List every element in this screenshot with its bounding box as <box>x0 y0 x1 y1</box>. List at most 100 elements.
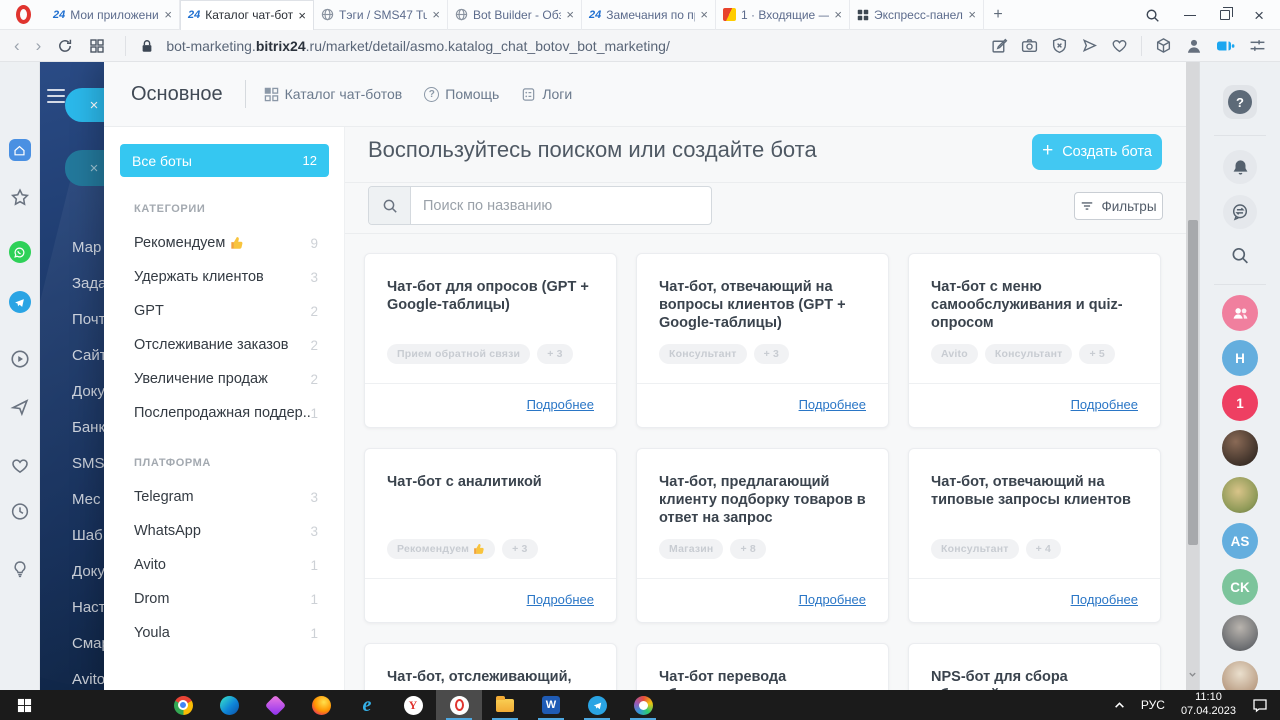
bot-card[interactable]: Чат-бот, предлагающий клиенту подборку т… <box>636 448 889 623</box>
user-avatar-photo[interactable] <box>1222 615 1258 651</box>
taskbar-word[interactable]: W <box>528 690 574 720</box>
start-button[interactable] <box>0 690 48 720</box>
rail-search-button[interactable] <box>1231 246 1250 265</box>
bitrix-nav-item[interactable]: Банк <box>72 419 104 436</box>
tab-close-icon[interactable]: × <box>566 8 574 21</box>
taskbar-telegram[interactable] <box>574 690 620 720</box>
notifications-button[interactable] <box>1223 150 1257 184</box>
platform-drom[interactable]: Drom 1 <box>134 591 318 607</box>
messenger-button[interactable] <box>1223 195 1257 229</box>
details-link[interactable]: Подробнее <box>1071 397 1138 412</box>
bot-card[interactable]: Чат-бот для опросов (GPT + Google-таблиц… <box>364 253 617 428</box>
create-bot-button[interactable]: + Создать бота <box>1032 134 1162 170</box>
bitrix-nav-item[interactable]: Почт <box>72 311 104 328</box>
tab-my-apps[interactable]: 24 Мои приложени × <box>46 0 180 30</box>
bookmark-heart-icon[interactable] <box>1111 37 1128 54</box>
clock[interactable]: 11:10 07.04.2023 <box>1181 691 1236 719</box>
tab-close-icon[interactable]: × <box>700 8 708 21</box>
home-speeddial-icon[interactable] <box>8 139 31 161</box>
bot-card[interactable]: Чат-бот, отвечающий на вопросы клиентов … <box>636 253 889 428</box>
counter-badge[interactable]: 1 <box>1222 385 1258 421</box>
user-avatar[interactable]: AS <box>1222 523 1258 559</box>
my-flow-icon[interactable] <box>1081 37 1098 54</box>
bitrix-nav-item[interactable]: Доку <box>72 383 104 400</box>
my-flow-rail-icon[interactable] <box>9 397 30 417</box>
tab-inbox[interactable]: 1 · Входящие — × <box>716 0 850 30</box>
user-avatar-photo[interactable] <box>1222 430 1258 466</box>
taskbar-file-explorer[interactable] <box>482 690 528 720</box>
easy-setup-sliders-icon[interactable] <box>1249 37 1266 54</box>
minimize-button[interactable] <box>1184 14 1197 16</box>
favorites-heart-icon[interactable] <box>10 456 29 475</box>
adblock-shield-icon[interactable] <box>1051 37 1068 54</box>
tab-catalog[interactable]: Каталог чат-ботов <box>264 86 402 102</box>
tab-search-icon[interactable] <box>1145 8 1160 23</box>
filters-button[interactable]: Фильтры <box>1074 192 1163 220</box>
bitrix-nav-item[interactable]: SMS4 <box>72 455 104 472</box>
details-link[interactable]: Подробнее <box>527 397 594 412</box>
bot-card[interactable]: Чат-бот перевода обращения <box>636 643 889 690</box>
language-indicator[interactable]: РУС <box>1141 698 1165 712</box>
taskbar-app-gem[interactable] <box>252 690 298 720</box>
platform-avito[interactable]: Avito 1 <box>134 557 318 573</box>
bot-card[interactable]: Чат-бот, отслеживающий, где <box>364 643 617 690</box>
restore-button[interactable] <box>1220 7 1234 20</box>
taskbar-paint[interactable] <box>620 690 666 720</box>
forward-button[interactable]: › <box>36 37 42 54</box>
category-order-tracking[interactable]: Отслеживание заказов 2 <box>134 337 318 353</box>
user-avatar[interactable]: CK <box>1222 569 1258 605</box>
scrollbar-down-icon[interactable] <box>1188 670 1197 679</box>
url-field[interactable]: bot-marketing.bitrix24.ru/market/detail/… <box>140 38 991 54</box>
profile-icon[interactable] <box>1185 37 1203 55</box>
tips-bulb-icon[interactable] <box>11 560 29 578</box>
tab-bot-builder[interactable]: Bot Builder - Обз × <box>448 0 582 30</box>
new-tab-button[interactable]: + <box>984 0 1012 30</box>
tab-sms47[interactable]: Тэги / SMS47 Tu × <box>314 0 448 30</box>
tab-close-icon[interactable]: × <box>968 8 976 21</box>
back-button[interactable]: ‹ <box>14 37 20 54</box>
user-avatar[interactable]: Н <box>1222 340 1258 376</box>
speed-dial-button[interactable] <box>89 38 105 54</box>
battery-saver-icon[interactable] <box>1216 39 1236 53</box>
taskbar-yandex-browser[interactable]: Y <box>390 690 436 720</box>
bitrix-nav-item[interactable]: Доку <box>72 563 104 580</box>
opera-menu-button[interactable] <box>0 0 46 30</box>
category-gpt[interactable]: GPT 2 <box>134 303 318 319</box>
player-icon[interactable] <box>10 349 30 369</box>
tab-close-icon[interactable]: × <box>298 9 306 22</box>
bitrix-nav-item[interactable]: Наст <box>72 599 104 616</box>
bitrix-nav-item[interactable]: Смар <box>72 635 104 652</box>
bookmarks-star-icon[interactable] <box>10 188 29 207</box>
tab-bot-catalog[interactable]: 24 Каталог чат-бото × <box>180 0 314 30</box>
sidebar-close-button-secondary[interactable]: × <box>65 150 104 186</box>
tab-close-icon[interactable]: × <box>834 8 842 21</box>
content-scrollbar[interactable] <box>1186 62 1199 690</box>
tab-notes[interactable]: 24 Замечания по пр × <box>582 0 716 30</box>
tab-close-icon[interactable]: × <box>164 8 172 21</box>
scrollbar-thumb[interactable] <box>1187 220 1198 545</box>
bitrix-nav-item[interactable]: Avito <box>72 671 104 688</box>
user-avatar-photo[interactable] <box>1222 661 1258 690</box>
telegram-icon[interactable] <box>8 291 31 313</box>
snapshot-camera-icon[interactable] <box>1021 37 1038 54</box>
employees-avatar[interactable] <box>1222 295 1258 331</box>
bot-card[interactable]: NPS-бот для сбора обратной <box>908 643 1161 690</box>
platform-youla[interactable]: Youla 1 <box>134 625 318 641</box>
platform-whatsapp[interactable]: WhatsApp 3 <box>134 523 318 539</box>
bot-card[interactable]: Чат-бот, отвечающий на типовые запросы к… <box>908 448 1161 623</box>
bot-card[interactable]: Чат-бот с аналитикой Рекомендуем + 3 Под… <box>364 448 617 623</box>
category-sales-increase[interactable]: Увеличение продаж 2 <box>134 371 318 387</box>
tab-speed-dial[interactable]: Экспресс-панель × <box>850 0 984 30</box>
bitrix-nav-item[interactable]: Мар <box>72 239 104 256</box>
whatsapp-icon[interactable] <box>8 241 31 263</box>
taskbar-edge[interactable] <box>206 690 252 720</box>
details-link[interactable]: Подробнее <box>527 592 594 607</box>
history-clock-icon[interactable] <box>10 502 29 521</box>
bot-card[interactable]: Чат-бот с меню самообслуживания и quiz-о… <box>908 253 1161 428</box>
details-link[interactable]: Подробнее <box>799 397 866 412</box>
bitrix-nav-item[interactable]: Зада <box>72 275 104 292</box>
filter-all-bots[interactable]: Все боты 12 <box>120 144 329 177</box>
reload-button[interactable] <box>57 38 73 54</box>
category-recommended[interactable]: Рекомендуем 9 <box>134 235 318 251</box>
extensions-cube-icon[interactable] <box>1155 37 1172 54</box>
